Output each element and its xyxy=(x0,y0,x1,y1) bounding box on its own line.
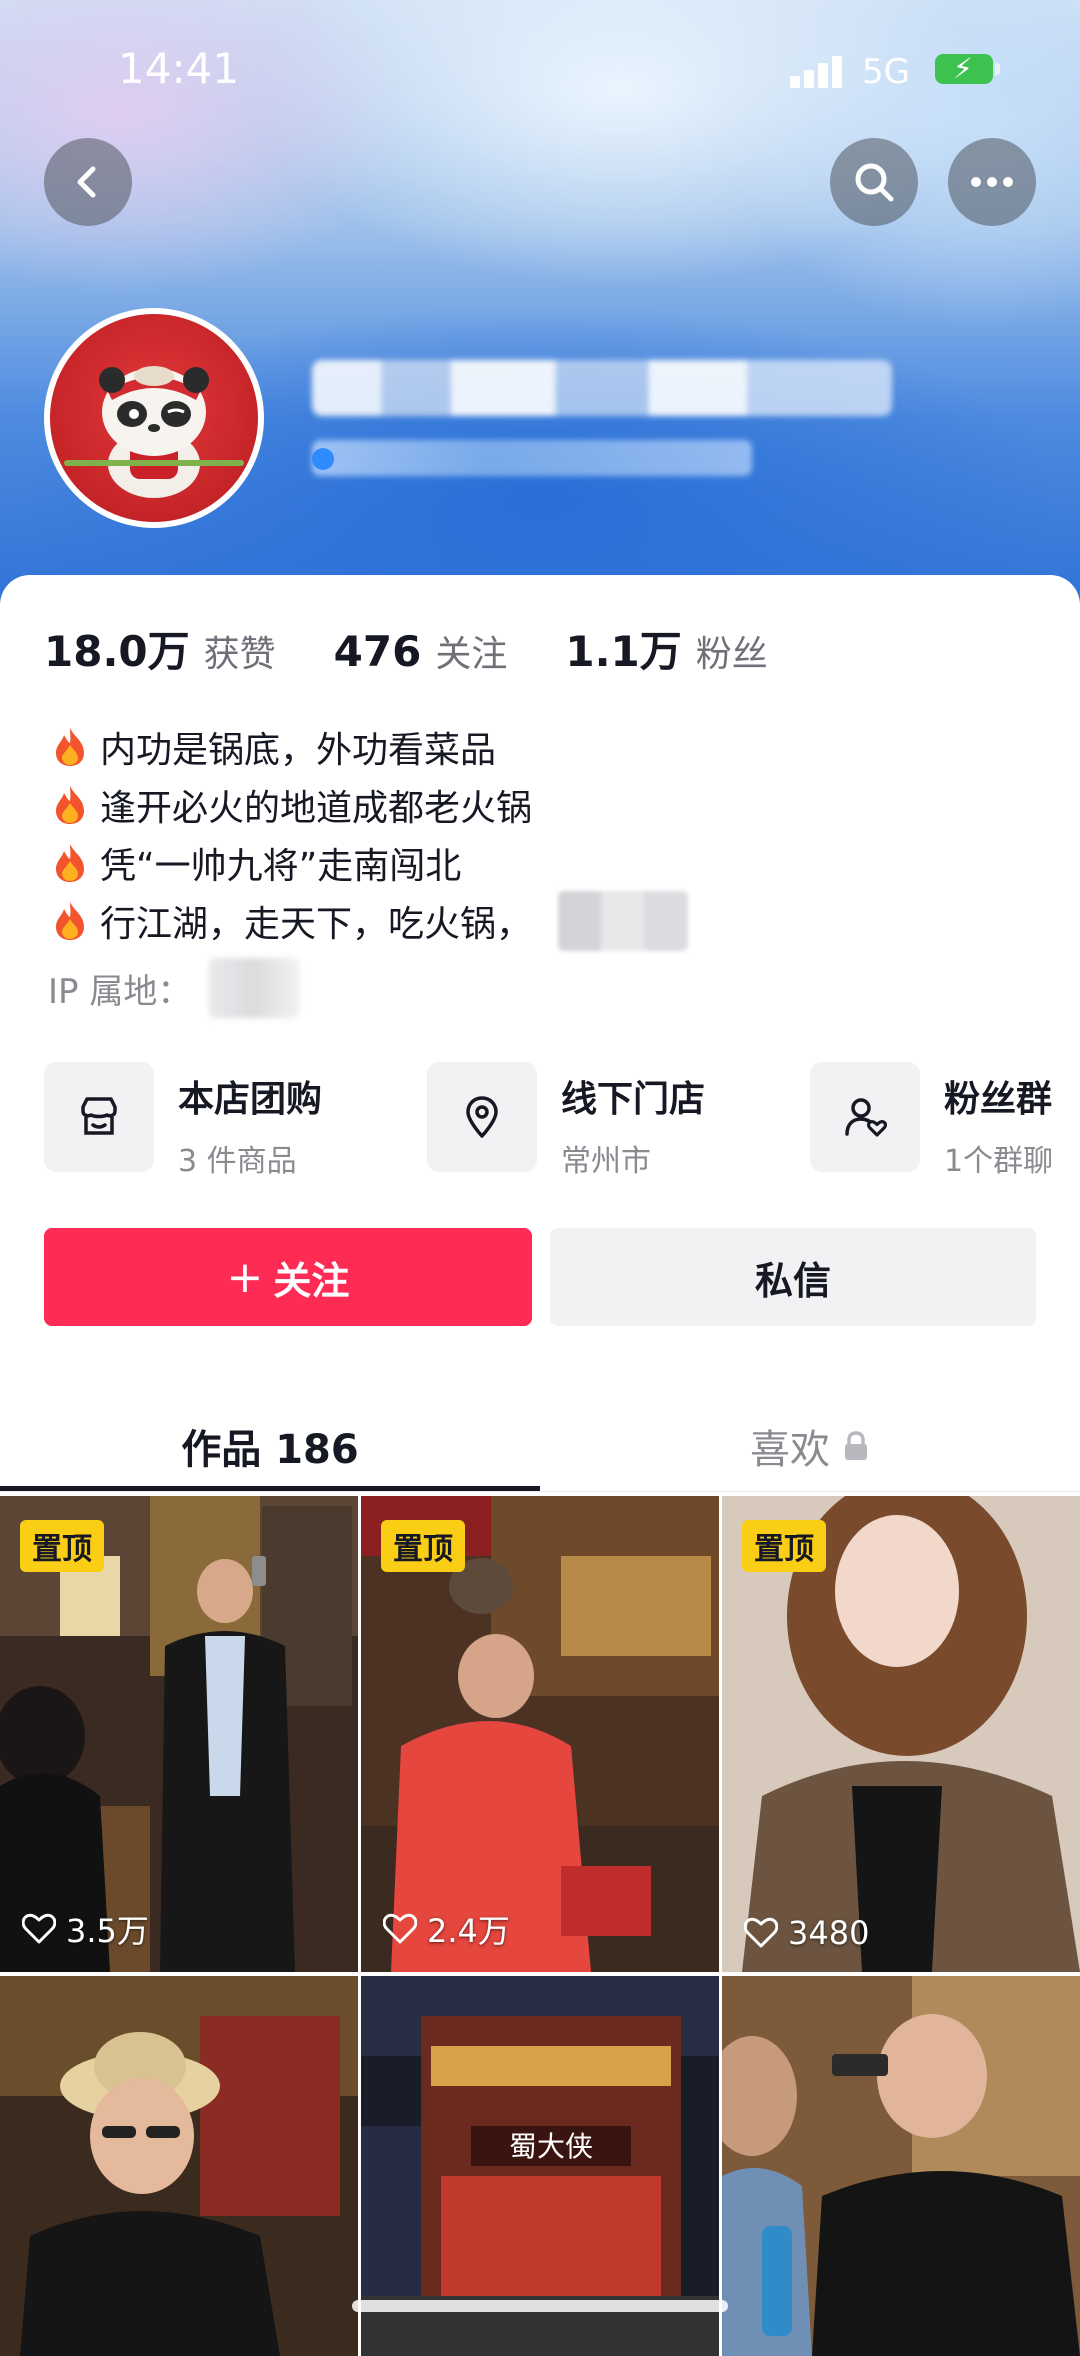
back-button[interactable] xyxy=(44,138,132,226)
entry-subtitle: 3 件商品 xyxy=(178,1144,297,1179)
video-tile[interactable] xyxy=(722,1976,1080,2356)
stat-value: 476 xyxy=(333,627,422,676)
video-tile[interactable]: 蜀大侠 xyxy=(361,1976,719,2356)
profile-entries: 本店团购 3 件商品 线下门店 常州市 粉丝群 1个群聊 xyxy=(44,1062,1080,1179)
video-tile[interactable] xyxy=(0,1976,358,2356)
bio-text: 行江湖，走天下，吃火锅， xyxy=(100,904,533,945)
video-likes-count: 2.4万 xyxy=(427,1912,510,1950)
stat-likes[interactable]: 18.0万 获赞 xyxy=(44,618,276,679)
follow-label: 关注 xyxy=(273,1258,350,1303)
fire-icon xyxy=(56,728,84,766)
fire-icon xyxy=(56,786,84,824)
search-icon xyxy=(855,163,894,202)
signal-icon xyxy=(790,56,846,88)
entry-title: 线下门店 xyxy=(561,1079,706,1120)
video-thumbnail-man-hat xyxy=(0,1976,358,2356)
bio-line: 逢开必火的地道成都老火锅 xyxy=(48,776,1038,834)
network-type: 5G xyxy=(862,52,910,92)
video-tile[interactable]: 置顶 3480 xyxy=(722,1496,1080,1972)
tab-divider xyxy=(0,1491,1080,1492)
svg-text:蜀大侠: 蜀大侠 xyxy=(509,2130,593,2163)
ip-value-blurred xyxy=(209,958,300,1018)
video-thumbnail-man-eating xyxy=(722,1976,1080,2356)
ip-location: IP 属地： xyxy=(48,958,300,1018)
tab-likes-label: 喜欢 xyxy=(750,1427,830,1473)
video-tile[interactable]: 置顶 2.4万 xyxy=(361,1496,719,1972)
stat-value: 18.0万 xyxy=(44,627,190,676)
profile-bio: 内功是锅底，外功看菜品 逢开必火的地道成都老火锅 凭“一帅九将”走南闯北 行江湖… xyxy=(48,718,1038,951)
entry-title: 粉丝群 xyxy=(944,1079,1053,1120)
entry-subtitle: 1个群聊 xyxy=(944,1144,1054,1179)
shop-icon xyxy=(44,1062,154,1172)
video-thumbnail-restaurant-front: 蜀大侠 xyxy=(361,1976,719,2356)
more-dots-icon xyxy=(971,177,1013,187)
profile-tabs: 作品 186 喜欢 xyxy=(0,1398,1080,1494)
ip-label: IP 属地： xyxy=(48,971,192,1012)
stat-label: 粉丝 xyxy=(695,634,768,675)
tab-works-label: 作品 186 xyxy=(181,1427,359,1473)
stat-label: 获赞 xyxy=(203,634,276,675)
follow-button[interactable]: + 关注 xyxy=(44,1228,532,1326)
plus-icon: + xyxy=(226,1251,264,1303)
bio-text: 凭“一帅九将”走南闯北 xyxy=(100,846,462,887)
pinned-badge: 置顶 xyxy=(20,1520,104,1572)
fire-icon xyxy=(56,844,84,882)
user-id-blurred xyxy=(312,440,752,476)
message-button[interactable]: 私信 xyxy=(550,1228,1036,1326)
bio-blurred-text xyxy=(558,891,689,951)
bio-line: 行江湖，走天下，吃火锅， xyxy=(48,891,1038,951)
pinned-badge: 置顶 xyxy=(742,1520,826,1572)
entry-offline-store[interactable]: 线下门店 常州市 xyxy=(427,1062,706,1179)
location-pin-icon xyxy=(427,1062,537,1172)
bio-text: 逢开必火的地道成都老火锅 xyxy=(100,788,533,829)
home-indicator[interactable] xyxy=(352,2300,728,2312)
bio-text: 内功是锅底，外功看菜品 xyxy=(100,730,497,771)
panda-mascot-logo xyxy=(50,314,258,522)
bio-line: 凭“一帅九将”走南闯北 xyxy=(48,834,1038,892)
stat-following[interactable]: 476 关注 xyxy=(334,625,508,677)
heart-icon xyxy=(22,1913,56,1944)
stat-value: 1.1万 xyxy=(565,627,682,676)
video-likes: 3.5万 xyxy=(22,1906,149,1952)
verified-badge-icon xyxy=(312,448,334,470)
stat-followers[interactable]: 1.1万 粉丝 xyxy=(565,618,767,679)
tab-works[interactable]: 作品 186 xyxy=(0,1398,540,1494)
heart-icon xyxy=(383,1913,417,1944)
profile-header-background: 14:41 5G ⚡ xyxy=(0,0,1080,640)
video-likes: 2.4万 xyxy=(383,1906,510,1952)
entry-fan-group[interactable]: 粉丝群 1个群聊 xyxy=(810,1062,1053,1179)
lock-icon xyxy=(845,1431,867,1460)
entry-group-buy[interactable]: 本店团购 3 件商品 xyxy=(44,1062,323,1179)
nickname-blurred xyxy=(312,360,892,416)
fan-group-icon xyxy=(810,1062,920,1172)
search-button[interactable] xyxy=(830,138,918,226)
avatar[interactable] xyxy=(44,308,264,528)
heart-icon xyxy=(744,1917,778,1948)
video-likes-count: 3480 xyxy=(788,1914,870,1952)
video-grid: 置顶 3.5万 置顶 2.4万 置顶 3480 蜀大侠 xyxy=(0,1496,1080,2356)
video-likes: 3480 xyxy=(744,1914,869,1952)
video-likes-count: 3.5万 xyxy=(66,1912,149,1950)
pinned-badge: 置顶 xyxy=(381,1520,465,1572)
message-label: 私信 xyxy=(754,1258,831,1303)
video-tile[interactable]: 置顶 3.5万 xyxy=(0,1496,358,1972)
more-button[interactable] xyxy=(948,138,1036,226)
stat-label: 关注 xyxy=(435,634,508,675)
status-bar: 14:41 5G ⚡ xyxy=(0,0,1080,140)
profile-stats: 18.0万 获赞 476 关注 1.1万 粉丝 xyxy=(44,618,826,678)
entry-subtitle: 常州市 xyxy=(561,1144,651,1179)
tab-likes[interactable]: 喜欢 xyxy=(540,1398,1080,1494)
chevron-left-icon xyxy=(77,166,96,198)
entry-title: 本店团购 xyxy=(178,1079,323,1120)
fire-icon xyxy=(56,902,84,940)
bio-line: 内功是锅底，外功看菜品 xyxy=(48,718,1038,776)
battery-icon: ⚡ xyxy=(935,52,1000,85)
status-time: 14:41 xyxy=(118,44,240,93)
